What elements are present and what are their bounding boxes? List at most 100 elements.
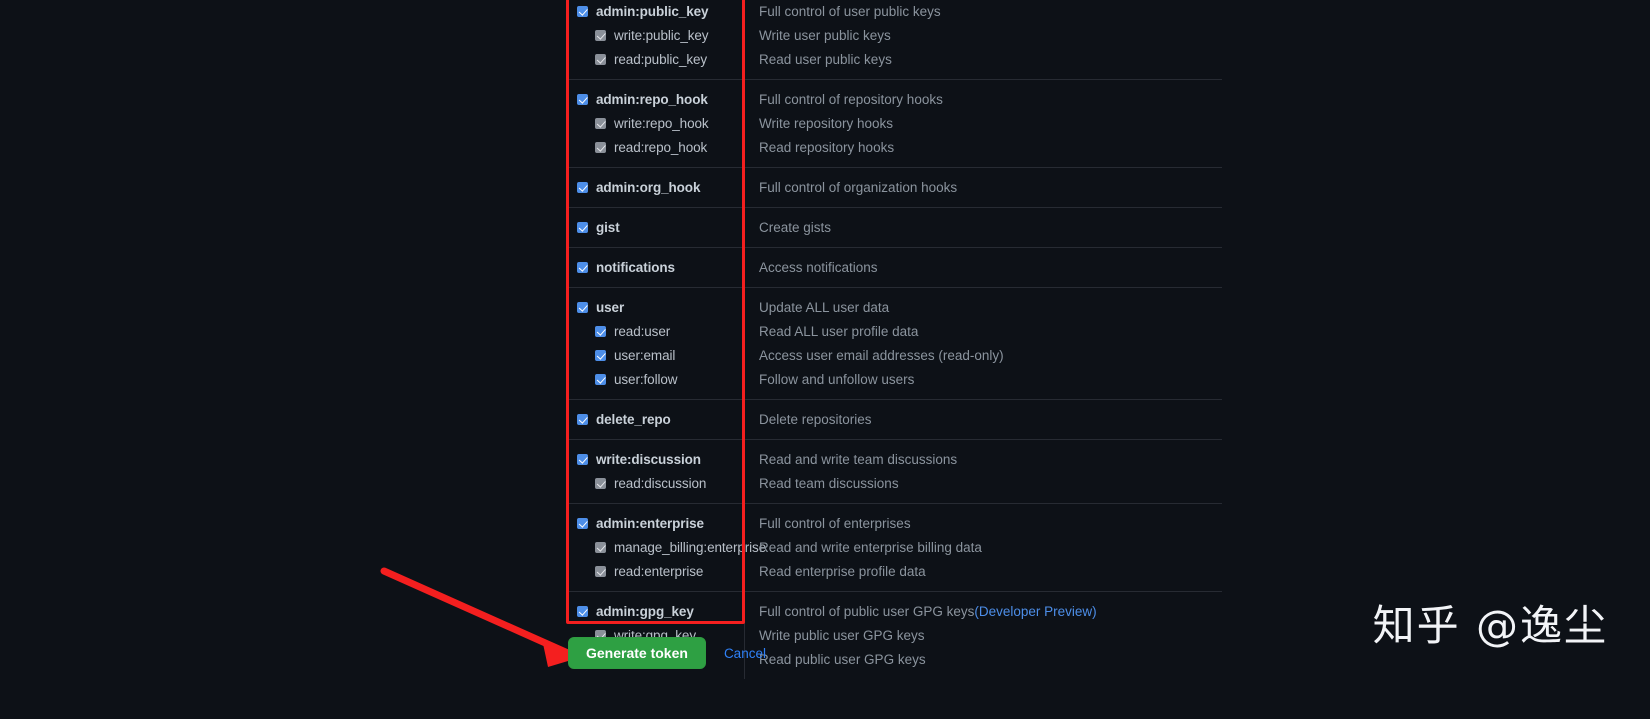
scope-description-text: Read repository hooks <box>759 139 895 155</box>
scope-row-delete_repo[interactable]: delete_repo <box>568 407 744 431</box>
scope-label: admin:gpg_key <box>596 603 694 619</box>
scope-description-text: Create gists <box>759 219 832 235</box>
scope-group: notifications Access notifications <box>568 248 1222 288</box>
watermark: 知乎 @逸尘 <box>1372 601 1608 650</box>
scope-row-user[interactable]: user <box>568 295 744 319</box>
scope-description-text: Read and write team discussions <box>759 451 958 467</box>
scope-description-text: Write public user GPG keys <box>759 627 925 643</box>
scope-label: read:discussion <box>614 475 707 491</box>
generate-token-button[interactable]: Generate token <box>568 637 706 669</box>
scope-description: Follow and unfollow users <box>759 367 1222 391</box>
scope-description-column: Update ALL user data Read ALL user profil… <box>745 288 1222 399</box>
scope-label: admin:enterprise <box>596 515 704 531</box>
scope-description-text: Write repository hooks <box>759 115 894 131</box>
checkbox-admin:repo_hook[interactable] <box>577 93 588 105</box>
developer-preview-link[interactable]: (Developer Preview) <box>974 604 1096 619</box>
checkbox-user:email[interactable] <box>595 349 606 361</box>
scope-description-text: Read ALL user profile data <box>759 323 919 339</box>
scope-name-column: write:discussion read:discussion <box>568 440 745 503</box>
checkbox-admin:enterprise[interactable] <box>577 517 588 529</box>
checkbox-admin:org_hook[interactable] <box>577 181 588 193</box>
checkbox-read:user[interactable] <box>595 325 606 337</box>
checkbox-read:discussion <box>595 477 606 489</box>
scope-row-read:user[interactable]: read:user <box>568 319 744 343</box>
scope-description-text: Access notifications <box>759 259 878 275</box>
scope-description: Full control of repository hooks <box>759 87 1222 111</box>
scope-group: user read:user user:email user:follow Update… <box>568 288 1222 400</box>
scope-name-column: delete_repo <box>568 400 745 439</box>
scope-name-column: notifications <box>568 248 745 287</box>
scope-description-text: Full control of enterprises <box>759 515 911 531</box>
scope-row-read:public_key[interactable]: read:public_key <box>568 47 744 71</box>
scope-label: delete_repo <box>596 411 671 427</box>
checkbox-gist[interactable] <box>577 221 588 233</box>
scopes-table: admin:public_key write:public_key read:pub… <box>568 0 1222 679</box>
scope-description: Read and write enterprise billing data <box>759 535 1222 559</box>
scope-description-text: Read team discussions <box>759 475 899 491</box>
checkbox-delete_repo[interactable] <box>577 413 588 425</box>
scope-row-admin:repo_hook[interactable]: admin:repo_hook <box>568 87 744 111</box>
scope-description-text: Read and write enterprise billing data <box>759 539 982 555</box>
scope-label: user:follow <box>614 371 678 387</box>
cancel-link[interactable]: Cancel <box>724 646 766 661</box>
checkbox-notifications[interactable] <box>577 261 588 273</box>
scope-description-column: Full control of enterprises Read and writ… <box>745 504 1222 591</box>
scope-description: Read public user GPG keys <box>759 647 1222 671</box>
scope-label: write:discussion <box>596 451 701 467</box>
scope-description: Read team discussions <box>759 471 1222 495</box>
scope-name-column: admin:org_hook <box>568 168 745 207</box>
scope-description-text: Access user email addresses (read-only) <box>759 347 1004 363</box>
scope-description: Access user email addresses (read-only) <box>759 343 1222 367</box>
scope-group: gist Create gists <box>568 208 1222 248</box>
scope-description-column: Read and write team discussions Read team… <box>745 440 1222 503</box>
scope-group: delete_repo Delete repositories <box>568 400 1222 440</box>
scope-row-admin:org_hook[interactable]: admin:org_hook <box>568 175 744 199</box>
checkbox-read:public_key <box>595 53 606 65</box>
scope-description-column: Full control of repository hooks Write re… <box>745 80 1222 167</box>
scope-description: Full control of organization hooks <box>759 175 1222 199</box>
scope-label: read:repo_hook <box>614 139 708 155</box>
page-root: admin:public_key write:public_key read:pub… <box>0 0 1650 719</box>
scope-group: admin:org_hook Full control of organizati… <box>568 168 1222 208</box>
scope-description-text: Full control of organization hooks <box>759 179 958 195</box>
scope-description-column: Delete repositories <box>745 400 1222 439</box>
scope-label: gist <box>596 219 620 235</box>
scope-description: Read and write team discussions <box>759 447 1222 471</box>
checkbox-user[interactable] <box>577 301 588 313</box>
scope-row-read:repo_hook[interactable]: read:repo_hook <box>568 135 744 159</box>
scope-row-read:discussion[interactable]: read:discussion <box>568 471 744 495</box>
scope-label: admin:repo_hook <box>596 91 708 107</box>
scope-description: Full control of user public keys <box>759 0 1222 23</box>
scope-description: Update ALL user data <box>759 295 1222 319</box>
scope-description-column: Full control of user public keys Write us… <box>745 0 1222 79</box>
checkbox-write:discussion[interactable] <box>577 453 588 465</box>
scope-row-admin:public_key[interactable]: admin:public_key <box>568 0 744 23</box>
scope-description: Read ALL user profile data <box>759 319 1222 343</box>
checkbox-write:public_key <box>595 29 606 41</box>
scope-label: admin:org_hook <box>596 179 701 195</box>
scope-row-user:email[interactable]: user:email <box>568 343 744 367</box>
scope-row-write:discussion[interactable]: write:discussion <box>568 447 744 471</box>
scope-description-column: Access notifications <box>745 248 1222 287</box>
scope-name-column: admin:public_key write:public_key read:pub… <box>568 0 745 79</box>
checkbox-user:follow[interactable] <box>595 373 606 385</box>
scope-name-column: admin:repo_hook write:repo_hook read:repo_… <box>568 80 745 167</box>
scope-row-admin:enterprise[interactable]: admin:enterprise <box>568 511 744 535</box>
scope-group: admin:enterprise manage_billing:enterpris… <box>568 504 1222 592</box>
checkbox-admin:public_key[interactable] <box>577 5 588 17</box>
form-actions: Generate token Cancel <box>568 637 766 669</box>
scope-description-column: Full control of public user GPG keys (De… <box>745 592 1222 679</box>
scope-row-write:public_key[interactable]: write:public_key <box>568 23 744 47</box>
scope-row-user:follow[interactable]: user:follow <box>568 367 744 391</box>
scope-label: write:repo_hook <box>614 115 709 131</box>
scope-row-write:repo_hook[interactable]: write:repo_hook <box>568 111 744 135</box>
scope-label: admin:public_key <box>596 3 709 19</box>
scope-description: Full control of public user GPG keys (De… <box>759 599 1222 623</box>
scope-description: Read repository hooks <box>759 135 1222 159</box>
scope-description: Create gists <box>759 215 1222 239</box>
scope-group: write:discussion read:discussion Read and … <box>568 440 1222 504</box>
checkbox-read:repo_hook <box>595 141 606 153</box>
scope-row-notifications[interactable]: notifications <box>568 255 744 279</box>
scope-row-gist[interactable]: gist <box>568 215 744 239</box>
scope-label: read:public_key <box>614 51 708 67</box>
